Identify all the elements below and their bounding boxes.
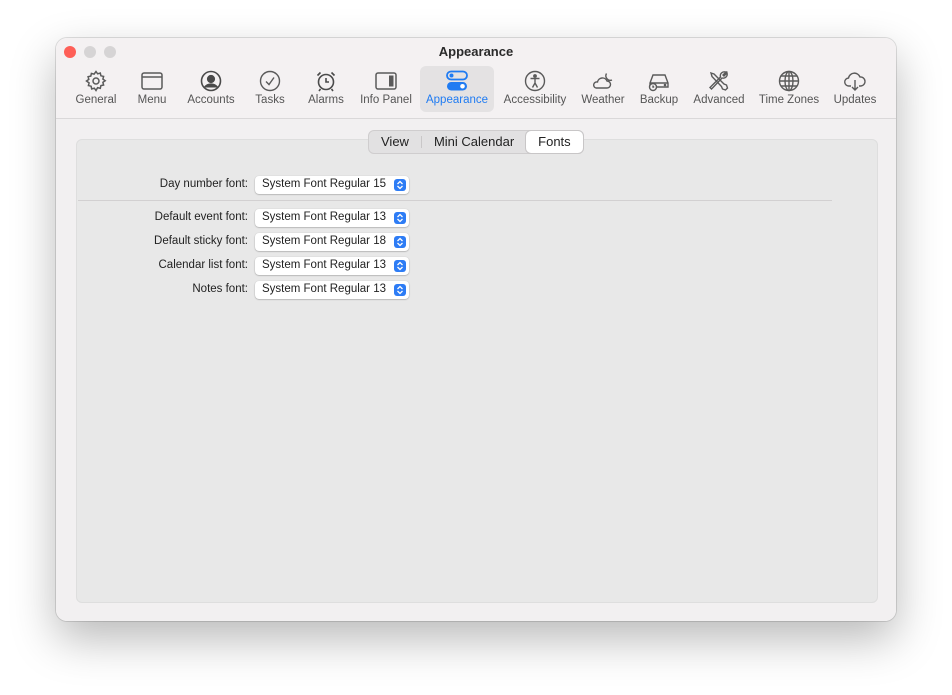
toolbar-item-accounts[interactable]: Accounts xyxy=(182,66,240,112)
day-number-font-popup[interactable]: System Font Regular 15 xyxy=(255,176,409,194)
toolbar-label: General xyxy=(75,94,117,106)
tab-control: View Mini Calendar Fonts xyxy=(368,130,584,154)
window-title: Appearance xyxy=(438,44,514,59)
checkmark-circle-icon xyxy=(257,68,283,94)
toolbar-label: Tasks xyxy=(255,94,285,106)
toolbar-label: Backup xyxy=(639,94,679,106)
sidebar-right-icon xyxy=(373,68,399,94)
toolbar-item-menu[interactable]: Menu xyxy=(128,66,176,112)
chevron-up-down-icon xyxy=(394,179,406,191)
toolbar-item-tasks[interactable]: Tasks xyxy=(248,66,292,112)
toolbar-label: Info Panel xyxy=(360,94,412,106)
toolbar-item-time-zones[interactable]: Time Zones xyxy=(756,66,822,112)
popup-value: System Font Regular 18 xyxy=(262,235,387,247)
cloud-moon-icon xyxy=(590,68,616,94)
chevron-up-down-icon xyxy=(394,260,406,272)
chevron-up-down-icon xyxy=(394,236,406,248)
toolbar-item-weather[interactable]: Weather xyxy=(578,66,628,112)
default-event-font-popup[interactable]: System Font Regular 13 xyxy=(255,209,409,227)
toolbar-item-info-panel[interactable]: Info Panel xyxy=(358,66,414,112)
toolbar-label: Accessibility xyxy=(503,94,567,106)
toolbar-item-alarms[interactable]: Alarms xyxy=(304,66,348,112)
toolbar-item-accessibility[interactable]: Accessibility xyxy=(500,66,570,112)
toolbar-item-backup[interactable]: Backup xyxy=(636,66,682,112)
popup-value: System Font Regular 13 xyxy=(262,211,387,223)
person-circle-icon xyxy=(198,68,224,94)
titlebar: Appearance General Menu Accounts Tasks A… xyxy=(56,38,896,119)
tab-mini-calendar[interactable]: Mini Calendar xyxy=(422,131,526,153)
gear-icon xyxy=(83,68,109,94)
toolbar-item-updates[interactable]: Updates xyxy=(830,66,880,112)
default-sticky-font-label: Default sticky font: xyxy=(154,235,248,247)
calendar-list-font-popup[interactable]: System Font Regular 13 xyxy=(255,257,409,275)
notes-font-row: Notes font: System Font Regular 13 xyxy=(56,281,456,301)
toolbar-label: Menu xyxy=(137,94,167,106)
accessibility-icon xyxy=(522,68,548,94)
calendar-list-font-label: Calendar list font: xyxy=(158,259,249,271)
default-event-font-label: Default event font: xyxy=(154,211,248,223)
toolbar-label: Updates xyxy=(833,94,877,106)
toolbar-label: Time Zones xyxy=(758,94,820,106)
tools-icon xyxy=(706,68,732,94)
chevron-up-down-icon xyxy=(394,212,406,224)
popup-value: System Font Regular 15 xyxy=(262,178,387,190)
tab-view[interactable]: View xyxy=(369,131,421,153)
popup-value: System Font Regular 13 xyxy=(262,283,387,295)
calendar-list-font-row: Calendar list font: System Font Regular … xyxy=(56,257,456,277)
section-divider xyxy=(78,200,832,201)
tab-fonts[interactable]: Fonts xyxy=(526,131,583,153)
notes-font-popup[interactable]: System Font Regular 13 xyxy=(255,281,409,299)
toolbar-label: Advanced xyxy=(693,94,745,106)
globe-icon xyxy=(776,68,802,94)
day-number-font-label: Day number font: xyxy=(159,178,248,190)
toolbar-label: Alarms xyxy=(308,94,344,106)
chevron-up-down-icon xyxy=(394,284,406,296)
toolbar-item-general[interactable]: General xyxy=(70,66,122,112)
toolbar-label: Appearance xyxy=(425,94,489,106)
toolbar-label: Accounts xyxy=(187,94,235,106)
toolbar-label: Weather xyxy=(581,94,625,106)
default-event-font-row: Default event font: System Font Regular … xyxy=(56,209,456,229)
default-sticky-font-popup[interactable]: System Font Regular 18 xyxy=(255,233,409,251)
toolbar-item-advanced[interactable]: Advanced xyxy=(690,66,748,112)
preferences-window: Appearance General Menu Accounts Tasks A… xyxy=(56,38,896,621)
toggles-icon xyxy=(444,68,470,94)
cloud-download-icon xyxy=(842,68,868,94)
external-drive-clock-icon xyxy=(646,68,672,94)
menu-window-icon xyxy=(139,68,165,94)
notes-font-label: Notes font: xyxy=(192,283,248,295)
day-number-font-row: Day number font: System Font Regular 15 xyxy=(56,176,456,196)
toolbar-item-appearance[interactable]: Appearance xyxy=(420,66,494,112)
default-sticky-font-row: Default sticky font: System Font Regular… xyxy=(56,233,456,253)
popup-value: System Font Regular 13 xyxy=(262,259,387,271)
alarm-clock-icon xyxy=(313,68,339,94)
